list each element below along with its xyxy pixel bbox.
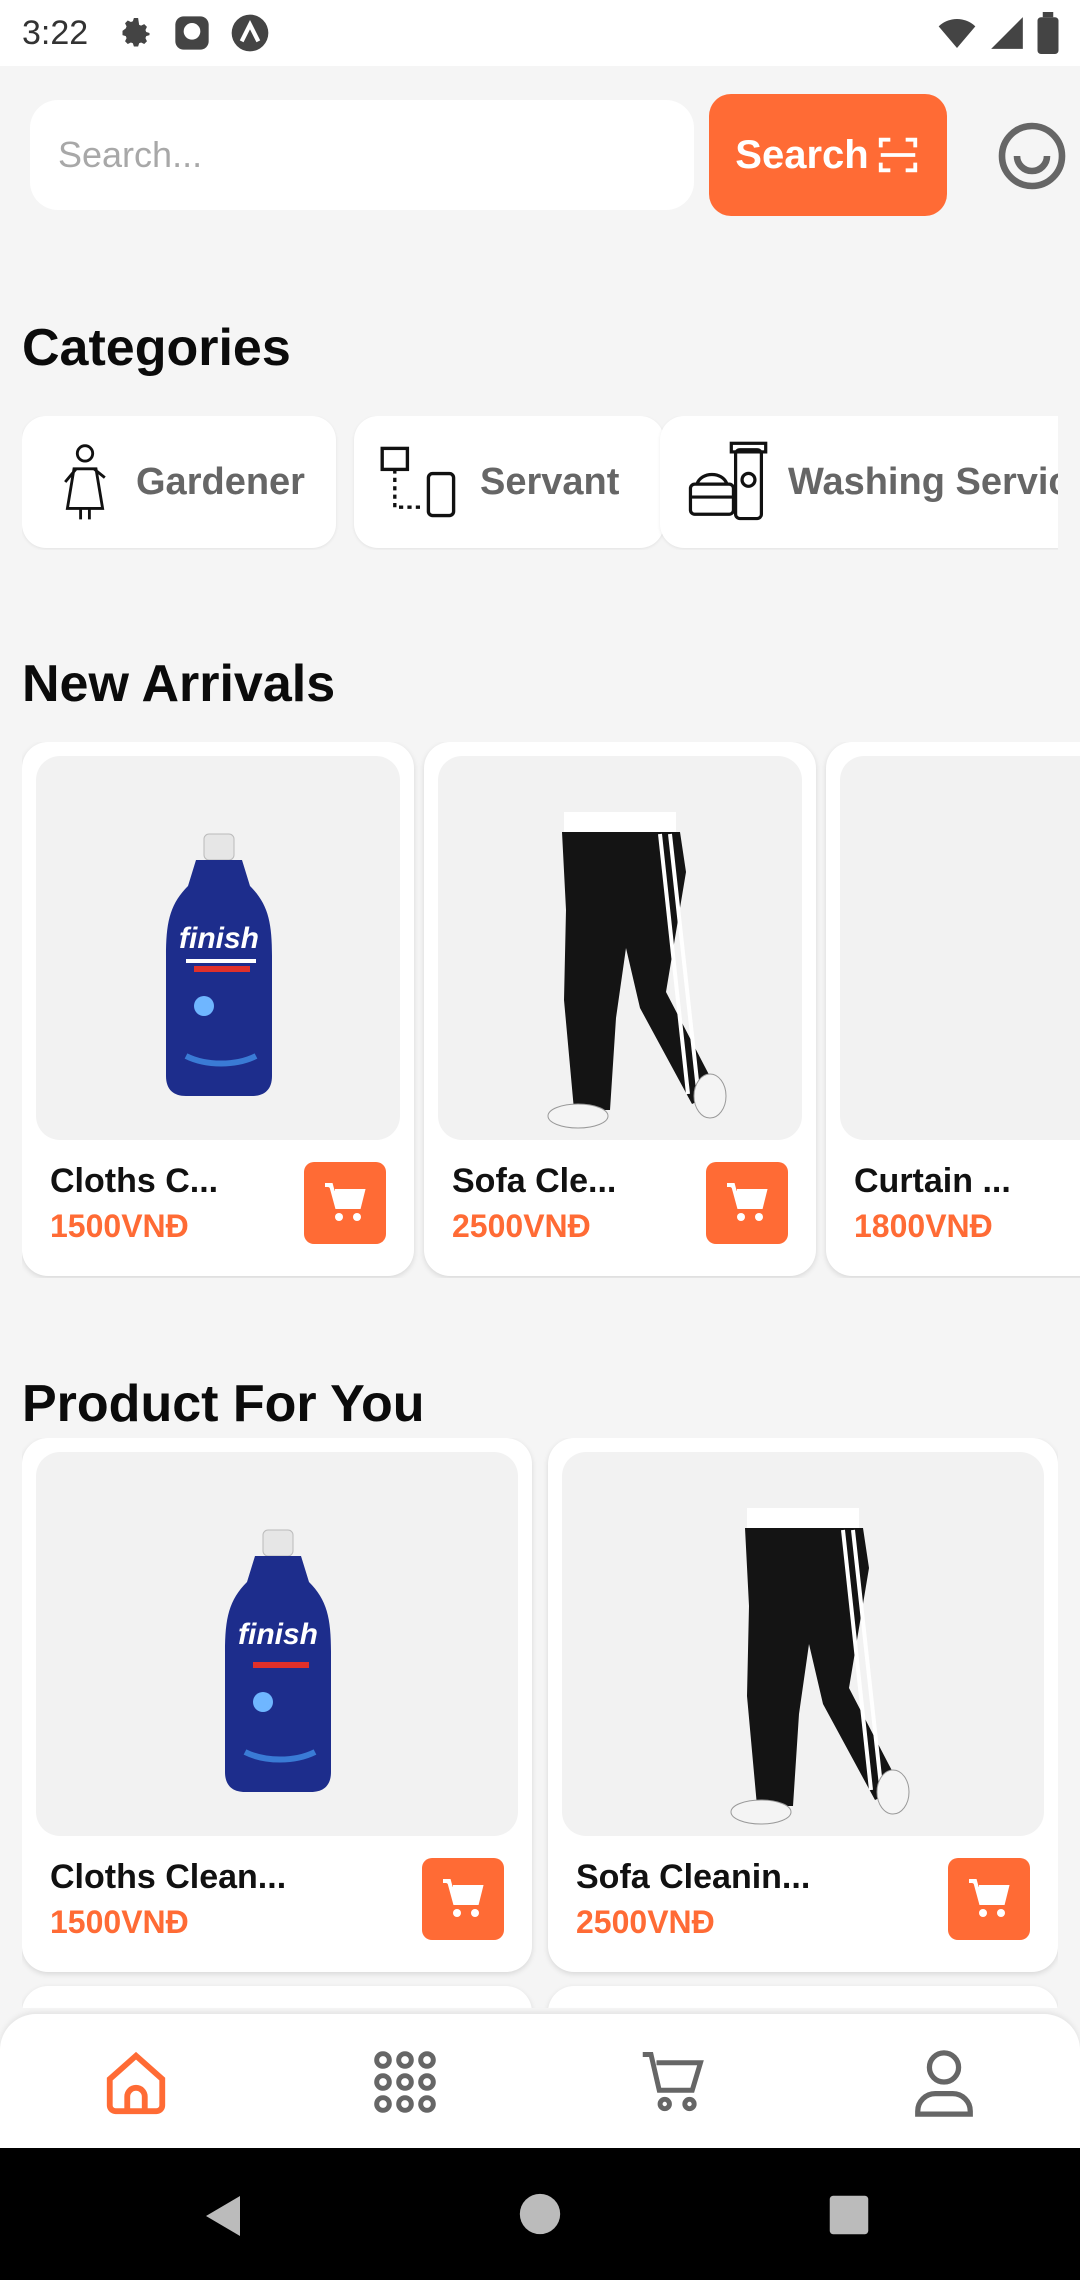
product-price: 1500VNĐ [50, 1904, 189, 1940]
signal-icon [991, 17, 1023, 49]
category-label: Washing Servic [788, 460, 1058, 503]
rinse-aid-bottle-image: finish [225, 1529, 331, 1792]
profile-ring-icon[interactable] [996, 120, 1068, 192]
bottom-navigation [0, 2014, 1080, 2148]
categories-title: Categories [22, 319, 291, 377]
nav-categories[interactable] [365, 2042, 445, 2122]
product-name: Curtain ... [854, 1162, 1011, 1200]
home-circle-icon[interactable] [518, 2192, 562, 2236]
status-time: 3:22 [22, 13, 89, 52]
product-image [840, 756, 1080, 1140]
product-card[interactable]: Sofa Cleanin... 2500VNĐ [548, 1438, 1058, 1972]
svg-text:finish: finish [238, 1618, 318, 1651]
product-name: Sofa Cleanin... [576, 1858, 811, 1896]
cart-icon [727, 1183, 768, 1221]
nav-home[interactable] [96, 2042, 176, 2122]
devices-icon [380, 446, 456, 518]
new-arrivals-title: New Arrivals [22, 655, 336, 713]
product-card[interactable] [22, 1986, 532, 2008]
cart-icon [325, 1183, 366, 1221]
product-price: 1800VNĐ [854, 1208, 993, 1244]
add-to-cart-button[interactable] [948, 1858, 1030, 1940]
product-card[interactable]: Sofa Cle... 2500VNĐ [424, 742, 816, 1276]
product-price: 1500VNĐ [50, 1208, 189, 1244]
product-card[interactable]: finish Cloths Clean... 1500VNĐ [22, 1438, 532, 1972]
category-label: Servant [480, 460, 620, 503]
product-price: 2500VNĐ [576, 1904, 715, 1940]
app-a-icon [231, 14, 269, 52]
product-name: Cloths Clean... [50, 1858, 287, 1896]
profile-icon [915, 2050, 973, 2117]
category-gardener[interactable]: Gardener [22, 416, 336, 548]
cart-icon [642, 2052, 704, 2112]
product-name: Sofa Cle... [452, 1162, 617, 1200]
product-card[interactable]: finish Cloths C... 1500VNĐ [22, 742, 414, 1276]
product-image: finish [36, 756, 400, 1140]
categories-list: Gardener Servant Washing Servic [22, 416, 1058, 550]
settings-icon [122, 18, 150, 47]
search-row: Search [0, 94, 1080, 218]
system-navigation-bar [0, 2148, 1080, 2280]
search-button[interactable]: Search [709, 94, 947, 216]
gardener-icon [64, 444, 106, 520]
search-input[interactable] [30, 100, 694, 210]
product-image: finish [36, 1452, 518, 1836]
product-image [562, 1452, 1044, 1836]
cart-icon [969, 1879, 1010, 1917]
track-pants-image [547, 812, 727, 1129]
back-icon[interactable] [200, 2192, 248, 2240]
new-arrivals-list: finish Cloths C... 1500VNĐ Sofa Cle... 2… [22, 742, 1080, 1278]
svg-text:finish: finish [179, 922, 259, 955]
for-you-title: Product For You [22, 1375, 425, 1433]
product-card[interactable]: Curtain ... 1800VNĐ [826, 742, 1080, 1276]
search-button-label: Search [735, 132, 869, 177]
add-to-cart-button[interactable] [706, 1162, 788, 1244]
category-washing-service[interactable]: Washing Servic [660, 416, 1058, 548]
product-price: 2500VNĐ [452, 1208, 591, 1244]
product-card[interactable] [548, 1986, 1058, 2008]
product-image [438, 756, 802, 1140]
home-icon [106, 2051, 166, 2115]
washing-products-icon [688, 441, 768, 521]
scan-icon [878, 137, 917, 173]
product-name: Cloths C... [50, 1162, 219, 1200]
wifi-icon [938, 19, 976, 48]
for-you-grid: finish Cloths Clean... 1500VNĐ Sofa Clea… [22, 1438, 1058, 2008]
category-servant[interactable]: Servant [354, 416, 664, 548]
nav-profile[interactable] [904, 2042, 984, 2122]
grid-icon [374, 2051, 436, 2113]
status-bar: 3:22 [0, 0, 1080, 66]
category-label: Gardener [136, 460, 305, 503]
rinse-aid-bottle-image: finish [166, 833, 272, 1096]
battery-icon [1037, 12, 1059, 54]
app-notification-icon [175, 16, 209, 50]
add-to-cart-button[interactable] [304, 1162, 386, 1244]
add-to-cart-button[interactable] [422, 1858, 504, 1940]
nav-cart[interactable] [633, 2042, 713, 2122]
cart-icon [443, 1879, 484, 1917]
recents-icon[interactable] [828, 2194, 870, 2236]
track-pants-image [730, 1508, 910, 1825]
